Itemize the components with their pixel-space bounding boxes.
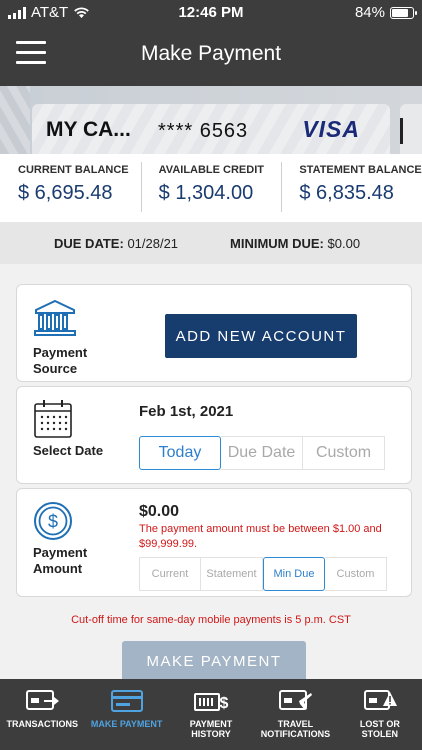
- make-payment-icon: [110, 690, 143, 712]
- nav-label-line: TRANSACTIONS: [6, 719, 78, 729]
- payment-history-icon: $: [194, 693, 229, 712]
- amount-error-message: The payment amount must be between $1.00…: [139, 523, 382, 550]
- amount-option-statement[interactable]: Statement: [201, 557, 263, 591]
- balance-value: $ 6,835.48: [299, 182, 394, 204]
- due-date-value: 01/28/21: [127, 236, 179, 251]
- statement-balance: STATEMENT BALANCE $ 6,835.48: [281, 154, 422, 222]
- due-date: DUE DATE: 01/28/21: [54, 236, 178, 251]
- nav-label: MAKE PAYMENT: [84, 719, 168, 729]
- select-date-left: Select Date: [17, 387, 121, 483]
- nav-label-line: PAYMENT: [189, 719, 233, 729]
- available-credit: AVAILABLE CREDIT $ 1,304.00: [140, 154, 282, 222]
- add-new-account-button[interactable]: ADD NEW ACCOUNT: [165, 314, 357, 358]
- nav-label-line: MAKE PAYMENT: [90, 719, 163, 729]
- bank-icon: [34, 299, 76, 336]
- dollar-icon: $: [34, 502, 72, 540]
- payment-amount-panel: $ Payment Amount $0.00 The payment amoun…: [16, 488, 412, 597]
- calendar-icon: [34, 400, 72, 438]
- card-number: **** 6563: [158, 120, 249, 142]
- card-strip-pattern: [0, 86, 30, 154]
- amount-option-min-due[interactable]: Min Due: [263, 557, 325, 591]
- label-line: Source: [33, 361, 78, 376]
- app-header: Make Payment: [0, 24, 422, 86]
- battery-percent: 84%: [354, 4, 385, 21]
- card-name: MY CA...: [46, 118, 131, 141]
- lost-or-stolen-icon: [363, 690, 397, 710]
- payment-amount-label: Payment Amount: [33, 545, 87, 577]
- make-payment-button[interactable]: MAKE PAYMENT: [122, 641, 306, 681]
- balance-label: AVAILABLE CREDIT: [158, 164, 264, 176]
- select-date-label: Select Date: [33, 443, 104, 458]
- payment-amount-value[interactable]: $0.00: [139, 503, 179, 521]
- payment-source-label: Payment Source: [33, 345, 87, 377]
- transactions-icon: [26, 690, 60, 710]
- balance-label: STATEMENT BALANCE: [299, 164, 422, 176]
- amount-option-current[interactable]: Current: [139, 557, 201, 591]
- travel-notifications-icon: [279, 690, 313, 710]
- date-option-group: Today Due Date Custom: [139, 436, 385, 470]
- page-title: Make Payment: [140, 42, 282, 65]
- nav-label-line: LOST OR: [359, 719, 400, 729]
- battery-level: [392, 8, 408, 17]
- amount-option-custom[interactable]: Custom: [325, 557, 387, 591]
- cutoff-notice: Cut-off time for same-day mobile payment…: [71, 614, 351, 626]
- payment-source-panel: Payment Source ADD NEW ACCOUNT: [16, 284, 412, 382]
- nav-lost-or-stolen[interactable]: LOST OR STOLEN: [338, 679, 422, 750]
- svg-text:$: $: [220, 695, 229, 712]
- select-date-panel: Select Date Feb 1st, 2021 Today Due Date…: [16, 386, 412, 484]
- label-line: Payment: [33, 345, 88, 360]
- minimum-due-value: $0.00: [327, 236, 361, 251]
- nav-travel-notifications[interactable]: TRAVEL NOTIFICATIONS: [253, 679, 337, 750]
- nav-label: LOST OR STOLEN: [338, 719, 422, 739]
- nav-payment-history[interactable]: $ PAYMENT HISTORY: [169, 679, 253, 750]
- date-option-custom[interactable]: Custom: [303, 436, 385, 470]
- due-info-row: DUE DATE: 01/28/21 MINIMUM DUE: $0.00: [0, 222, 422, 264]
- date-option-due-date[interactable]: Due Date: [221, 436, 303, 470]
- card-carousel[interactable]: MY CA... **** 6563 VISA: [0, 86, 422, 154]
- battery-icon: [390, 6, 417, 19]
- nav-label-line: HISTORY: [191, 729, 231, 739]
- svg-text:$: $: [48, 512, 58, 532]
- nav-transactions[interactable]: TRANSACTIONS: [0, 679, 84, 750]
- due-date-label: DUE DATE:: [54, 236, 124, 251]
- label-line: Payment: [33, 545, 88, 560]
- nav-label-line: STOLEN: [361, 729, 398, 739]
- balance-value: $ 1,304.00: [158, 182, 254, 204]
- bottom-nav: TRANSACTIONS MAKE PAYMENT $ PAYMENT HIST…: [0, 679, 422, 750]
- amount-option-group: Current Statement Min Due Custom: [139, 557, 387, 591]
- minimum-due-label: MINIMUM DUE:: [230, 236, 324, 251]
- status-bar: AT&T 12:46 PM 84%: [0, 0, 422, 24]
- nav-make-payment[interactable]: MAKE PAYMENT: [84, 679, 168, 750]
- nav-label: TRAVEL NOTIFICATIONS: [253, 719, 337, 739]
- balance-summary: CURRENT BALANCE $ 6,695.48 AVAILABLE CRE…: [0, 154, 422, 222]
- payment-amount-left: $ Payment Amount: [17, 489, 121, 596]
- next-card-peek[interactable]: [400, 104, 422, 154]
- label-line: Amount: [33, 561, 83, 576]
- status-right: 84%: [354, 4, 417, 21]
- nav-label: PAYMENT HISTORY: [169, 719, 253, 739]
- minimum-due: MINIMUM DUE: $0.00: [230, 236, 360, 251]
- selected-date: Feb 1st, 2021: [139, 403, 234, 420]
- credit-card[interactable]: MY CA... **** 6563 VISA: [32, 104, 390, 154]
- nav-label: TRANSACTIONS: [0, 719, 84, 729]
- balance-label: CURRENT BALANCE: [18, 164, 129, 176]
- date-option-today[interactable]: Today: [139, 436, 221, 470]
- payment-source-left: Payment Source: [17, 285, 121, 381]
- balance-value: $ 6,695.48: [18, 182, 113, 204]
- visa-logo: VISA: [302, 116, 360, 142]
- nav-label-line: TRAVEL: [277, 719, 314, 729]
- current-balance: CURRENT BALANCE $ 6,695.48: [0, 154, 141, 222]
- nav-label-line: NOTIFICATIONS: [260, 729, 331, 739]
